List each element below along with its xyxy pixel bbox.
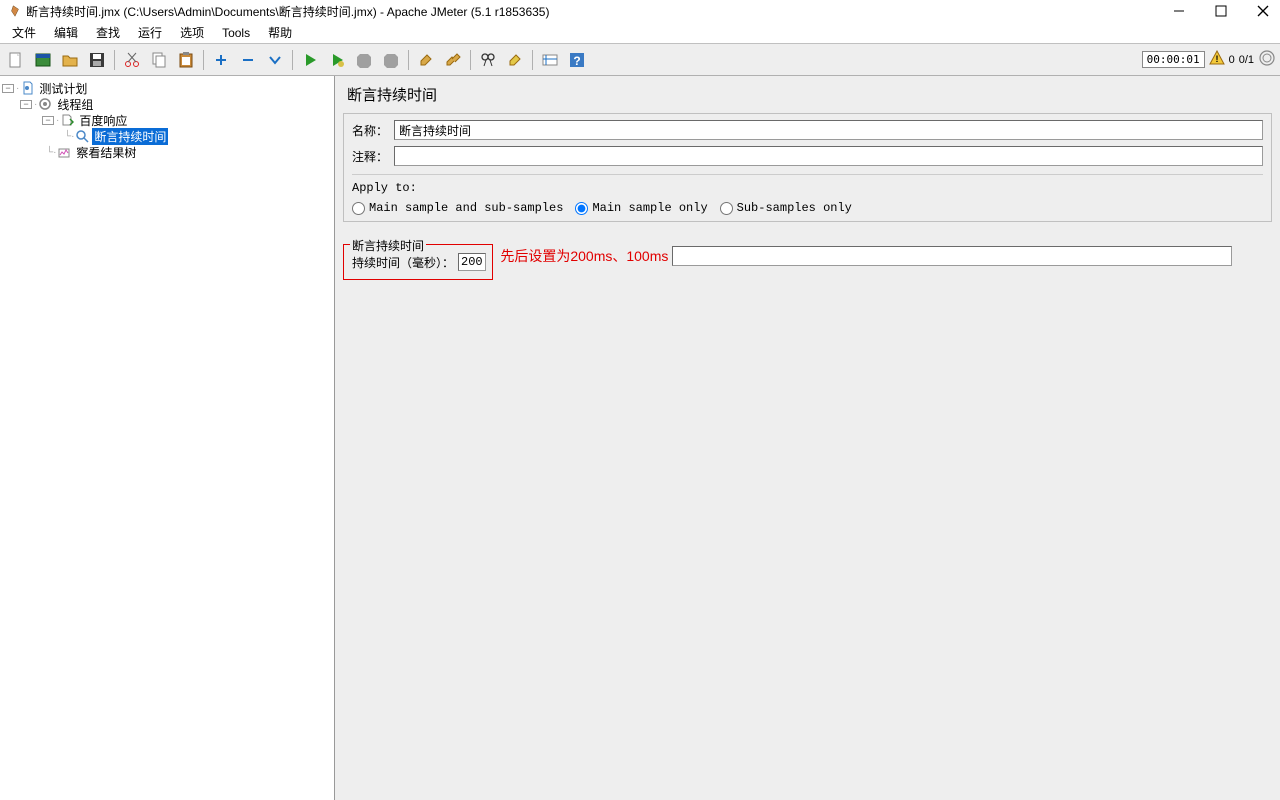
open-icon[interactable] bbox=[58, 48, 82, 72]
tree-item-assertion[interactable]: 断言持续时间 bbox=[92, 128, 168, 145]
minimize-button[interactable] bbox=[1170, 2, 1188, 20]
cut-icon[interactable] bbox=[120, 48, 144, 72]
svg-text:?: ? bbox=[573, 54, 580, 68]
close-button[interactable] bbox=[1254, 2, 1272, 20]
assertion-icon bbox=[74, 128, 90, 144]
new-file-icon[interactable] bbox=[4, 48, 28, 72]
clear-all-icon[interactable] bbox=[441, 48, 465, 72]
stop-icon[interactable] bbox=[352, 48, 376, 72]
copy-icon[interactable] bbox=[147, 48, 171, 72]
menu-file[interactable]: 文件 bbox=[4, 22, 44, 43]
menu-tools[interactable]: Tools bbox=[214, 24, 258, 42]
tree-item-listener[interactable]: 察看结果树 bbox=[74, 144, 138, 161]
comment-label: 注释： bbox=[352, 148, 394, 165]
templates-icon[interactable] bbox=[31, 48, 55, 72]
function-helper-icon[interactable] bbox=[538, 48, 562, 72]
window-title: 断言持续时间.jmx (C:\Users\Admin\Documents\断言持… bbox=[26, 3, 549, 20]
editor-panel: 断言持续时间 名称： 注释： Apply to: Main sample and… bbox=[335, 76, 1280, 800]
comment-input[interactable] bbox=[394, 146, 1263, 166]
sampler-icon bbox=[59, 112, 75, 128]
warning-count: 0 bbox=[1229, 54, 1235, 66]
warning-icon[interactable]: ! bbox=[1209, 50, 1225, 69]
collapse-icon[interactable] bbox=[236, 48, 260, 72]
duration-fieldset: 断言持续时间 持续时间（毫秒）： bbox=[343, 244, 493, 280]
radio-sub-only[interactable]: Sub-samples only bbox=[720, 201, 852, 215]
separator bbox=[470, 50, 471, 70]
menu-run[interactable]: 运行 bbox=[130, 22, 170, 43]
name-input[interactable] bbox=[394, 120, 1263, 140]
tree-toggle[interactable]: − bbox=[20, 100, 32, 109]
paste-icon[interactable] bbox=[174, 48, 198, 72]
radio-main-and-sub[interactable]: Main sample and sub-samples bbox=[352, 201, 563, 215]
apply-to-label: Apply to: bbox=[352, 181, 1263, 195]
tree-toggle[interactable]: − bbox=[42, 116, 54, 125]
menubar: 文件 编辑 查找 运行 选项 Tools 帮助 bbox=[0, 22, 1280, 44]
start-icon[interactable] bbox=[298, 48, 322, 72]
titlebar: 断言持续时间.jmx (C:\Users\Admin\Documents\断言持… bbox=[0, 0, 1280, 22]
radio-main-only[interactable]: Main sample only bbox=[575, 201, 707, 215]
gauge-icon[interactable] bbox=[1258, 49, 1276, 70]
threadgroup-icon bbox=[37, 96, 53, 112]
testplan-icon bbox=[19, 80, 35, 96]
red-annotation: 先后设置为200ms、100ms bbox=[500, 246, 668, 266]
thread-count: 0/1 bbox=[1239, 54, 1254, 66]
svg-text:!: ! bbox=[1215, 54, 1218, 64]
menu-options[interactable]: 选项 bbox=[172, 22, 212, 43]
menu-help[interactable]: 帮助 bbox=[260, 22, 300, 43]
start-no-timers-icon[interactable] bbox=[325, 48, 349, 72]
panel-title: 断言持续时间 bbox=[343, 82, 1272, 107]
separator bbox=[408, 50, 409, 70]
separator bbox=[292, 50, 293, 70]
search-icon[interactable] bbox=[476, 48, 500, 72]
menu-edit[interactable]: 编辑 bbox=[46, 22, 86, 43]
name-label: 名称： bbox=[352, 122, 394, 139]
reset-search-icon[interactable] bbox=[503, 48, 527, 72]
tree-item-threadgroup[interactable]: 线程组 bbox=[55, 96, 95, 113]
app-icon bbox=[8, 4, 22, 18]
tree-item-sampler[interactable]: 百度响应 bbox=[77, 112, 129, 129]
menu-search[interactable]: 查找 bbox=[88, 22, 128, 43]
separator bbox=[203, 50, 204, 70]
help-icon[interactable]: ? bbox=[565, 48, 589, 72]
clear-icon[interactable] bbox=[414, 48, 438, 72]
elapsed-timer: 00:00:01 bbox=[1142, 51, 1205, 68]
save-icon[interactable] bbox=[85, 48, 109, 72]
duration-input-extension[interactable] bbox=[672, 246, 1232, 266]
listener-icon bbox=[56, 144, 72, 160]
toolbar: ? 00:00:01 ! 0 0/1 bbox=[0, 44, 1280, 76]
tree-toggle[interactable]: − bbox=[2, 84, 14, 93]
duration-label: 持续时间（毫秒）： bbox=[352, 254, 454, 271]
test-plan-tree[interactable]: −·测试计划 −·线程组 −·百度响应 └·断言持续时间 └·察看结果树 bbox=[0, 76, 335, 800]
expand-icon[interactable] bbox=[209, 48, 233, 72]
toggle-icon[interactable] bbox=[263, 48, 287, 72]
shutdown-icon[interactable] bbox=[379, 48, 403, 72]
tree-item-testplan[interactable]: 测试计划 bbox=[37, 80, 89, 97]
duration-legend: 断言持续时间 bbox=[350, 237, 426, 254]
maximize-button[interactable] bbox=[1212, 2, 1230, 20]
separator bbox=[114, 50, 115, 70]
separator bbox=[532, 50, 533, 70]
duration-input[interactable] bbox=[458, 253, 486, 271]
